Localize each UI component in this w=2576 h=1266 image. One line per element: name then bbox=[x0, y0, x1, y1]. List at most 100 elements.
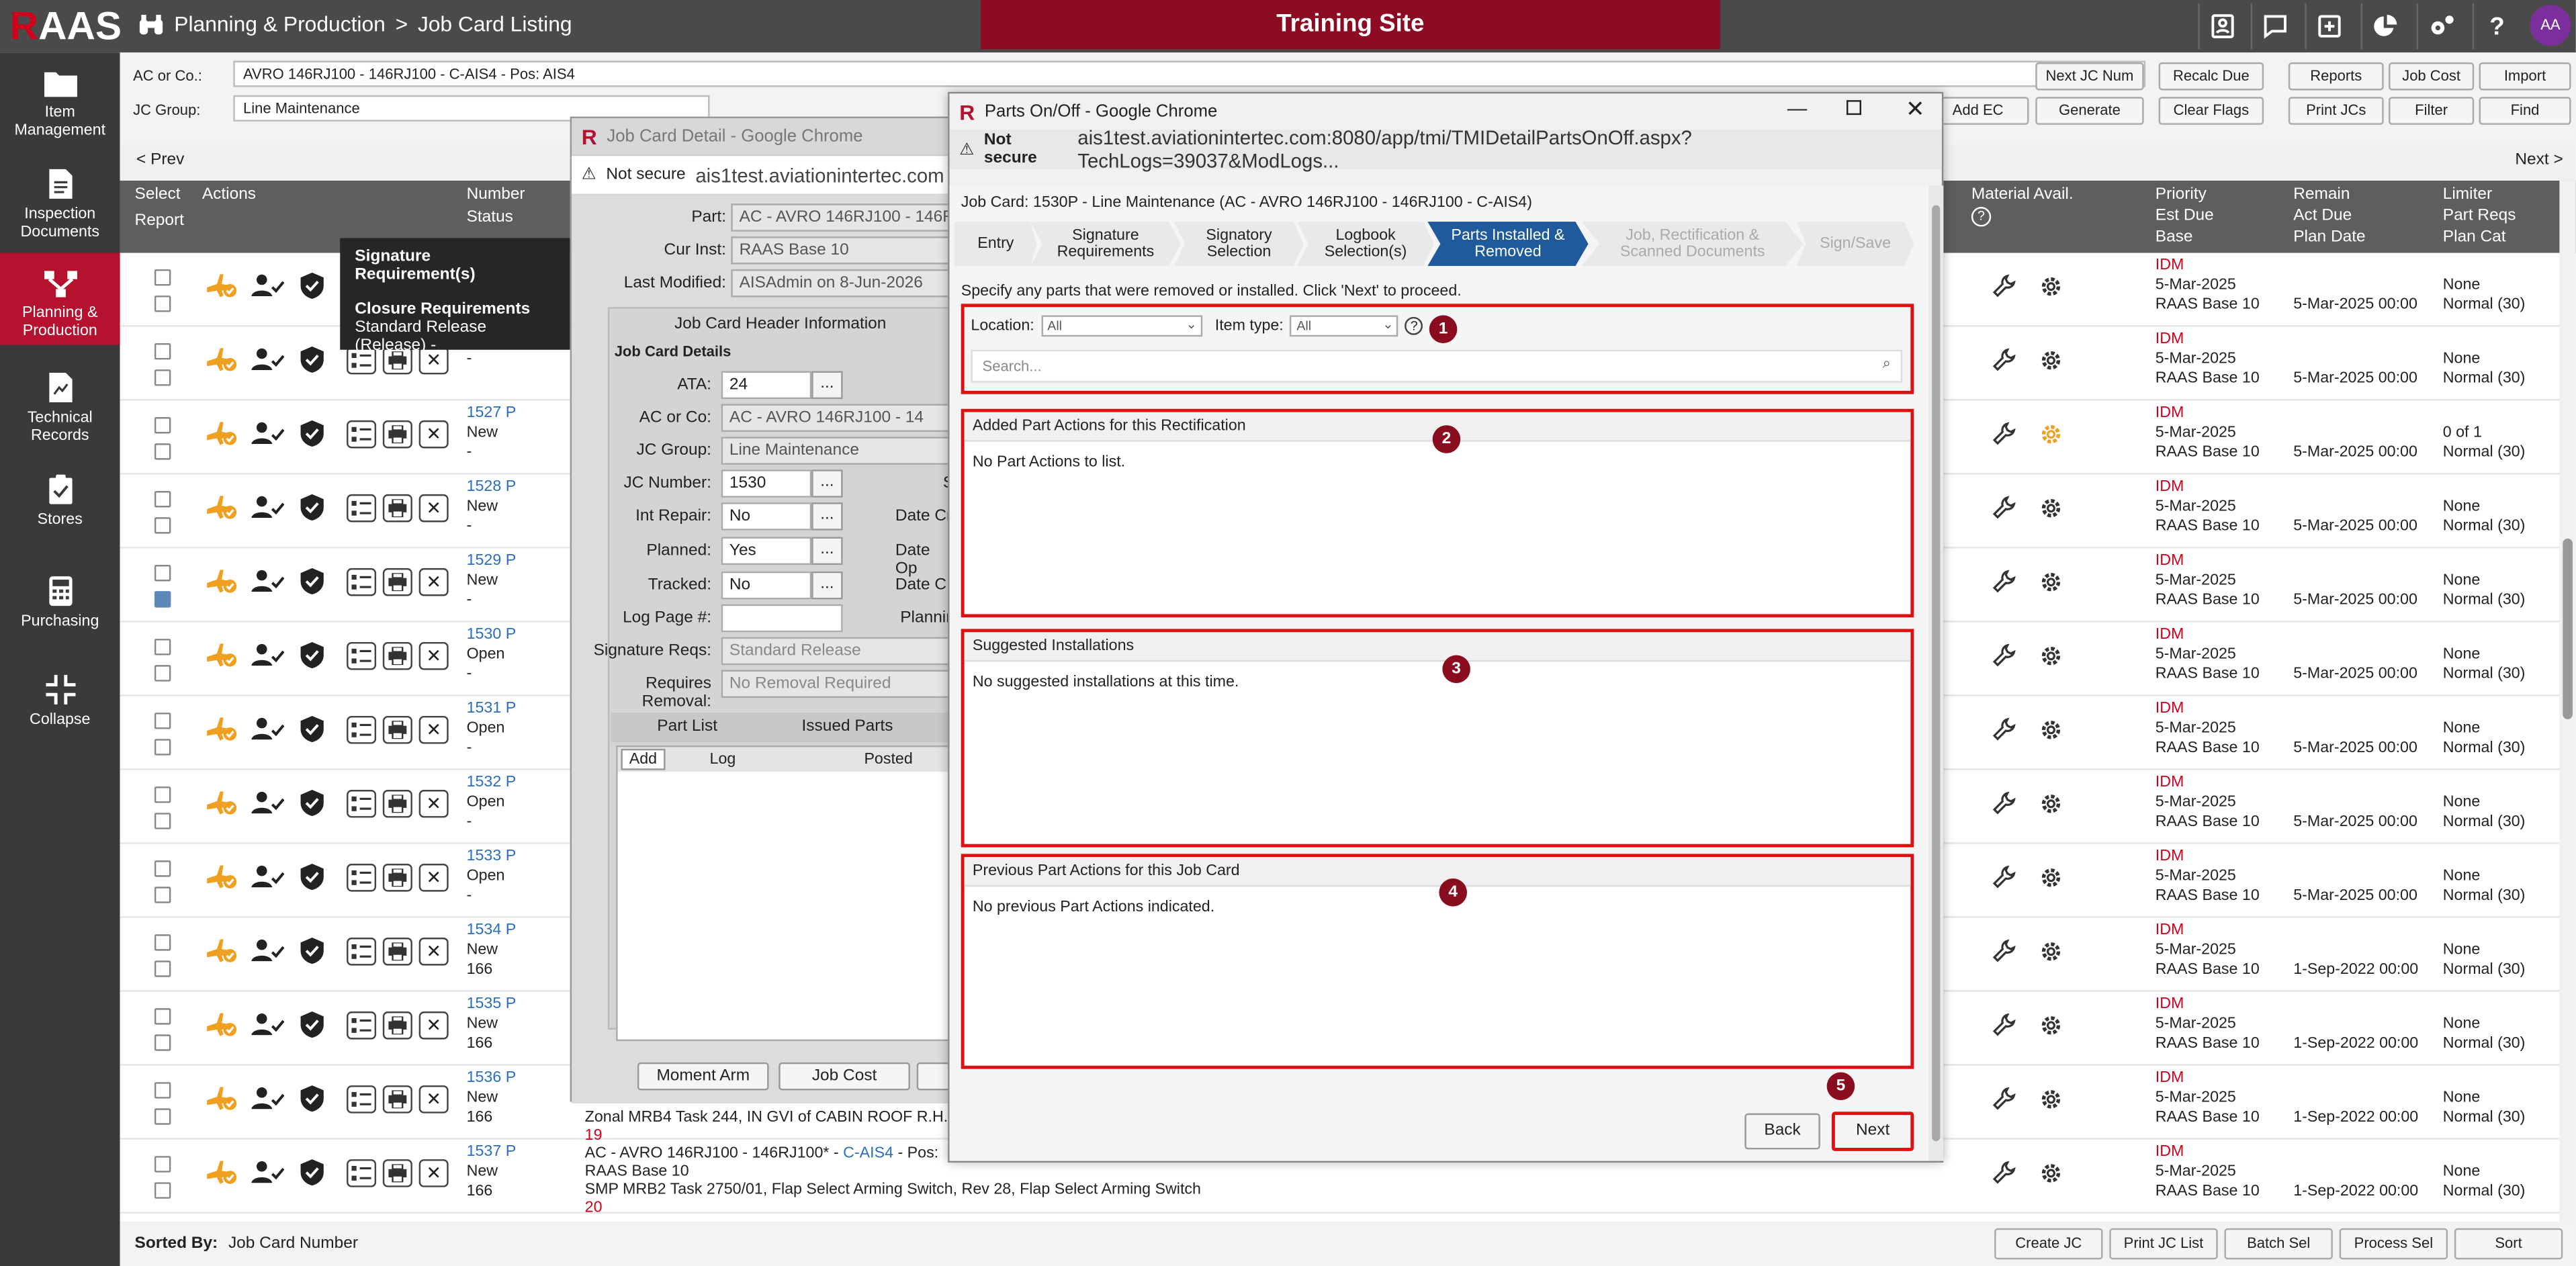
wizard-step-3[interactable]: Signatory Selection bbox=[1174, 222, 1304, 267]
report-checkbox[interactable] bbox=[154, 887, 171, 903]
generate-button[interactable]: Generate bbox=[2035, 97, 2144, 125]
delete-icon[interactable]: ✕ bbox=[418, 1159, 449, 1187]
gear-icon[interactable] bbox=[2034, 271, 2067, 300]
print-icon[interactable] bbox=[382, 568, 412, 596]
print-icon[interactable] bbox=[382, 1011, 412, 1040]
report-checkbox[interactable] bbox=[154, 813, 171, 829]
aircraft-check-icon[interactable] bbox=[206, 862, 238, 892]
wrench-icon[interactable] bbox=[1988, 492, 2020, 522]
details-list-button[interactable] bbox=[347, 568, 377, 596]
wizard-step-4[interactable]: Logbook Selection(s) bbox=[1297, 222, 1435, 267]
gear-icon[interactable] bbox=[2034, 788, 2067, 818]
tab-issued-parts[interactable]: Issued Parts bbox=[802, 717, 893, 735]
print-icon[interactable] bbox=[382, 641, 412, 670]
report-checkbox[interactable] bbox=[154, 591, 171, 608]
report-checkbox[interactable] bbox=[154, 369, 171, 386]
jc-number-cell[interactable]: 1530 P Open - bbox=[467, 626, 517, 685]
wrench-icon[interactable] bbox=[1988, 1084, 2020, 1114]
user-check-icon[interactable] bbox=[251, 715, 285, 744]
user-check-icon[interactable] bbox=[251, 1084, 285, 1114]
col-plan-cat[interactable]: Plan Cat bbox=[2443, 228, 2506, 246]
shield-check-icon[interactable] bbox=[296, 345, 328, 374]
settings-icon[interactable] bbox=[2416, 3, 2464, 50]
shield-check-icon[interactable] bbox=[296, 492, 328, 522]
select-checkbox[interactable] bbox=[154, 713, 171, 729]
jc-number-cell[interactable]: 1529 P New - bbox=[467, 551, 517, 611]
select-checkbox[interactable] bbox=[154, 491, 171, 508]
sidebar-item-purchasing[interactable]: Purchasing bbox=[0, 575, 120, 653]
aircraft-check-icon[interactable] bbox=[206, 418, 238, 448]
details-list-button[interactable] bbox=[347, 494, 377, 523]
shield-check-icon[interactable] bbox=[296, 788, 328, 818]
item-type-select[interactable]: All ⌄ bbox=[1290, 315, 1398, 337]
wizard-step-2[interactable]: Signature Requirements bbox=[1030, 222, 1181, 267]
delete-icon[interactable]: ✕ bbox=[418, 1085, 449, 1114]
details-list-button[interactable] bbox=[347, 1159, 377, 1187]
print-icon[interactable] bbox=[382, 420, 412, 449]
print-icon[interactable] bbox=[382, 1085, 412, 1114]
shield-check-icon[interactable] bbox=[296, 418, 328, 448]
details-list-button[interactable] bbox=[347, 864, 377, 892]
delete-icon[interactable]: ✕ bbox=[418, 938, 449, 966]
gear-icon[interactable] bbox=[2034, 566, 2067, 596]
details-list-button[interactable] bbox=[347, 715, 377, 744]
job-cost-detail-button[interactable]: Job Cost bbox=[779, 1062, 910, 1091]
ata-input[interactable]: 24 bbox=[721, 371, 812, 400]
planned-input[interactable]: Yes bbox=[721, 537, 812, 566]
jc-number-cell[interactable]: 1535 P New 166 bbox=[467, 995, 517, 1054]
process-sel-button[interactable]: Process Sel bbox=[2339, 1228, 2448, 1260]
print-jc-list-button[interactable]: Print JC List bbox=[2109, 1228, 2218, 1260]
report-checkbox[interactable] bbox=[154, 517, 171, 534]
address-bar[interactable]: ⚠ Not secure ais1test.aviationintertec.c… bbox=[949, 126, 1942, 173]
wizard-step-5[interactable]: Parts Installed & Removed bbox=[1427, 222, 1589, 267]
print-icon[interactable] bbox=[382, 864, 412, 892]
details-list-button[interactable] bbox=[347, 1085, 377, 1114]
report-checkbox[interactable] bbox=[154, 1108, 171, 1125]
select-checkbox[interactable] bbox=[154, 1156, 171, 1173]
aircraft-check-icon[interactable] bbox=[206, 566, 238, 596]
gear-icon[interactable] bbox=[2034, 641, 2067, 670]
search-icon[interactable]: ⌕ bbox=[1883, 355, 1891, 373]
user-check-icon[interactable] bbox=[251, 418, 285, 448]
planned-picker-button[interactable]: ... bbox=[811, 537, 843, 566]
delete-icon[interactable]: ✕ bbox=[418, 568, 449, 596]
col-report[interactable]: Report bbox=[135, 212, 184, 230]
wrench-icon[interactable] bbox=[1988, 936, 2020, 966]
location-select[interactable]: All ⌄ bbox=[1040, 315, 1202, 337]
wrench-icon[interactable] bbox=[1988, 271, 2020, 300]
id-card-icon[interactable] bbox=[2198, 3, 2246, 50]
user-check-icon[interactable] bbox=[251, 641, 285, 670]
user-check-icon[interactable] bbox=[251, 1010, 285, 1040]
col-remain[interactable]: Remain bbox=[2293, 185, 2350, 204]
add-icon[interactable] bbox=[2305, 3, 2352, 50]
select-checkbox[interactable] bbox=[154, 1082, 171, 1099]
col-act-due[interactable]: Act Due bbox=[2293, 207, 2352, 225]
gear-icon[interactable] bbox=[2034, 418, 2067, 448]
prev-page-link[interactable]: < Prev bbox=[136, 151, 184, 169]
select-checkbox[interactable] bbox=[154, 269, 171, 286]
jc-number-cell[interactable]: 1533 P Open - bbox=[467, 848, 517, 907]
print-icon[interactable] bbox=[382, 494, 412, 523]
app-logo[interactable]: RAAS bbox=[10, 5, 122, 50]
dialog-scroll-thumb[interactable] bbox=[1932, 205, 1941, 1142]
shield-check-icon[interactable] bbox=[296, 271, 328, 300]
shield-check-icon[interactable] bbox=[296, 1010, 328, 1040]
delete-icon[interactable]: ✕ bbox=[418, 1011, 449, 1040]
user-check-icon[interactable] bbox=[251, 1158, 285, 1187]
col-est-due[interactable]: Est Due bbox=[2156, 207, 2214, 225]
gear-icon[interactable] bbox=[2034, 1084, 2067, 1114]
shield-check-icon[interactable] bbox=[296, 1158, 328, 1187]
close-icon[interactable]: ✕ bbox=[1906, 95, 1925, 124]
sort-button[interactable]: Sort bbox=[2454, 1228, 2563, 1260]
delete-icon[interactable]: ✕ bbox=[418, 789, 449, 818]
report-checkbox[interactable] bbox=[154, 960, 171, 977]
details-list-button[interactable] bbox=[347, 789, 377, 818]
shield-check-icon[interactable] bbox=[296, 641, 328, 670]
aircraft-check-icon[interactable] bbox=[206, 1010, 238, 1040]
gear-icon[interactable] bbox=[2034, 492, 2067, 522]
user-avatar[interactable]: AA bbox=[2530, 5, 2571, 46]
aircraft-check-icon[interactable] bbox=[206, 641, 238, 670]
wrench-icon[interactable] bbox=[1988, 715, 2020, 744]
aircraft-check-icon[interactable] bbox=[206, 1084, 238, 1114]
shield-check-icon[interactable] bbox=[296, 1084, 328, 1114]
